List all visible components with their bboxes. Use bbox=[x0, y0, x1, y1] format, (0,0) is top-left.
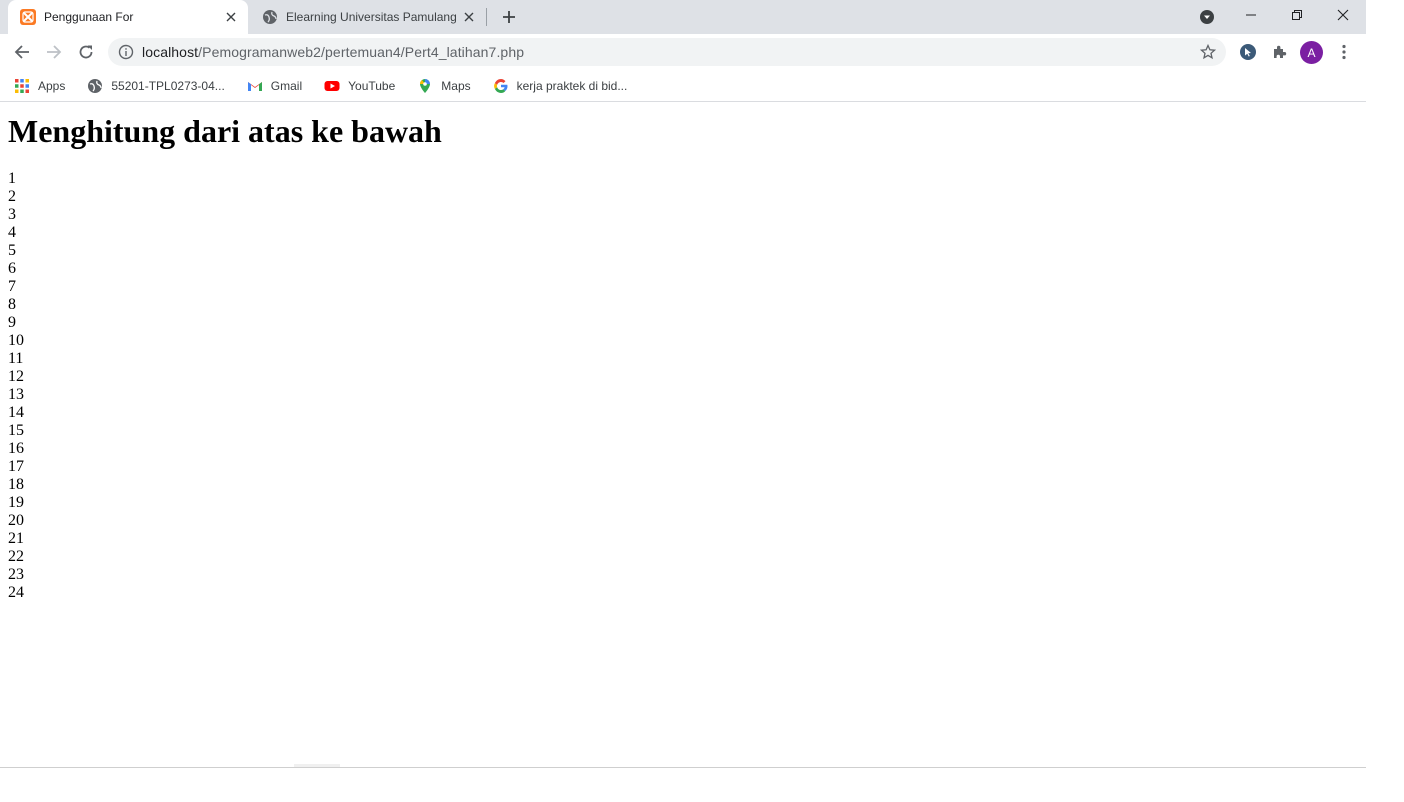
number-line: 8 bbox=[8, 296, 16, 313]
address-bar[interactable]: localhost/Pemogramanweb2/pertemuan4/Pert… bbox=[108, 38, 1226, 66]
arrow-left-icon bbox=[14, 45, 29, 59]
extension-cursor-button[interactable] bbox=[1236, 40, 1260, 64]
chevron-down-circle-icon bbox=[1200, 10, 1214, 24]
reload-button[interactable] bbox=[72, 38, 100, 66]
number-line: 16 bbox=[8, 440, 24, 457]
number-line: 3 bbox=[8, 206, 16, 223]
number-line: 9 bbox=[8, 314, 16, 331]
restore-icon bbox=[1292, 10, 1302, 20]
gmail-icon bbox=[247, 81, 262, 91]
browser-toolbar: localhost/Pemogramanweb2/pertemuan4/Pert… bbox=[0, 34, 1366, 70]
number-line: 12 bbox=[8, 368, 24, 385]
url-host: localhost bbox=[142, 44, 199, 60]
more-vertical-icon bbox=[1342, 44, 1346, 60]
close-icon bbox=[1337, 9, 1349, 21]
tab-separator bbox=[486, 8, 487, 26]
youtube-icon bbox=[324, 80, 340, 91]
bookmark-maps[interactable]: Maps bbox=[417, 74, 471, 98]
bookmarks-bar: Apps 55201-TPL0273-04... Gmail YouTube M… bbox=[0, 70, 1366, 102]
minimize-icon bbox=[1246, 14, 1256, 16]
globe-icon bbox=[88, 78, 103, 93]
tab-strip: Penggunaan For Elearning Universitas Pam… bbox=[0, 0, 1366, 34]
tab-title: Penggunaan For bbox=[44, 10, 134, 24]
bookmark-apps[interactable]: Apps bbox=[14, 74, 65, 98]
bookmark-star-icon[interactable] bbox=[1200, 44, 1216, 60]
tab-elearning[interactable]: Elearning Universitas Pamulang bbox=[250, 0, 486, 34]
browser-window: Penggunaan For Elearning Universitas Pam… bbox=[0, 0, 1366, 768]
extensions-button[interactable] bbox=[1268, 40, 1292, 64]
puzzle-icon bbox=[1274, 45, 1287, 58]
number-line: 11 bbox=[8, 350, 24, 367]
page-content: Menghitung dari atas ke bawah 1234567891… bbox=[0, 103, 1366, 767]
tab-search-button[interactable] bbox=[1197, 7, 1217, 27]
menu-button[interactable] bbox=[1332, 40, 1356, 64]
forward-button[interactable] bbox=[40, 38, 68, 66]
number-line: 14 bbox=[8, 404, 24, 421]
tab-title: Elearning Universitas Pamulang bbox=[286, 10, 457, 24]
restore-button[interactable] bbox=[1274, 0, 1320, 30]
url-text: localhost/Pemogramanweb2/pertemuan4/Pert… bbox=[142, 44, 524, 60]
cursor-extension-icon bbox=[1240, 44, 1256, 60]
bookmark-label: Apps bbox=[38, 78, 66, 93]
url-path: /Pemogramanweb2/pertemuan4/Pert4_latihan… bbox=[198, 44, 525, 60]
horizontal-scrollbar[interactable] bbox=[294, 764, 340, 767]
bookmark-label: Gmail bbox=[270, 78, 303, 93]
apps-grid-icon bbox=[15, 78, 29, 93]
number-line: 24 bbox=[8, 584, 24, 601]
number-line: 21 bbox=[8, 530, 24, 547]
google-icon bbox=[493, 78, 508, 93]
number-line: 4 bbox=[8, 224, 16, 241]
number-line: 20 bbox=[8, 512, 24, 529]
number-line: 19 bbox=[8, 494, 24, 511]
xampp-favicon-icon bbox=[20, 9, 36, 25]
new-tab-button[interactable] bbox=[498, 6, 520, 28]
bookmark-label: YouTube bbox=[348, 78, 396, 93]
profile-avatar[interactable]: A bbox=[1300, 41, 1323, 64]
globe-icon bbox=[263, 10, 277, 24]
arrow-right-icon bbox=[47, 45, 62, 59]
number-line: 17 bbox=[8, 458, 24, 475]
number-line: 5 bbox=[8, 242, 16, 259]
reload-icon bbox=[79, 45, 93, 59]
close-tab-icon[interactable] bbox=[222, 8, 240, 26]
number-line: 2 bbox=[8, 188, 16, 205]
back-button[interactable] bbox=[8, 38, 36, 66]
number-line: 13 bbox=[8, 386, 24, 403]
number-line: 1 bbox=[8, 170, 16, 187]
plus-icon bbox=[503, 11, 515, 23]
number-list: 1 2 3 4 5 6 7 8 9 10 11 12 13 14 15 16 17 18 19 20 21 22 23 24 bbox=[8, 170, 1358, 602]
bookmark-label: 55201-TPL0273-04... bbox=[111, 78, 225, 93]
page-heading: Menghitung dari atas ke bawah bbox=[8, 113, 442, 149]
maps-pin-icon bbox=[420, 78, 431, 93]
close-tab-icon[interactable] bbox=[460, 8, 478, 26]
number-line: 7 bbox=[8, 278, 16, 295]
bookmark-label: kerja praktek di bid... bbox=[516, 78, 628, 93]
close-window-button[interactable] bbox=[1320, 0, 1366, 30]
info-icon[interactable] bbox=[118, 44, 134, 60]
bookmark-course[interactable]: 55201-TPL0273-04... bbox=[87, 74, 225, 98]
tab-penggunaan-for[interactable]: Penggunaan For bbox=[8, 0, 248, 34]
bookmark-kerja-praktek[interactable]: kerja praktek di bid... bbox=[493, 74, 628, 98]
bookmark-youtube[interactable]: YouTube bbox=[324, 74, 395, 98]
bookmark-gmail[interactable]: Gmail bbox=[247, 74, 302, 98]
number-line: 18 bbox=[8, 476, 24, 493]
minimize-button[interactable] bbox=[1228, 0, 1274, 30]
number-line: 15 bbox=[8, 422, 24, 439]
number-line: 23 bbox=[8, 566, 24, 583]
number-line: 22 bbox=[8, 548, 24, 565]
number-line: 6 bbox=[8, 260, 16, 277]
bookmark-label: Maps bbox=[441, 78, 471, 93]
number-line: 10 bbox=[8, 332, 24, 349]
